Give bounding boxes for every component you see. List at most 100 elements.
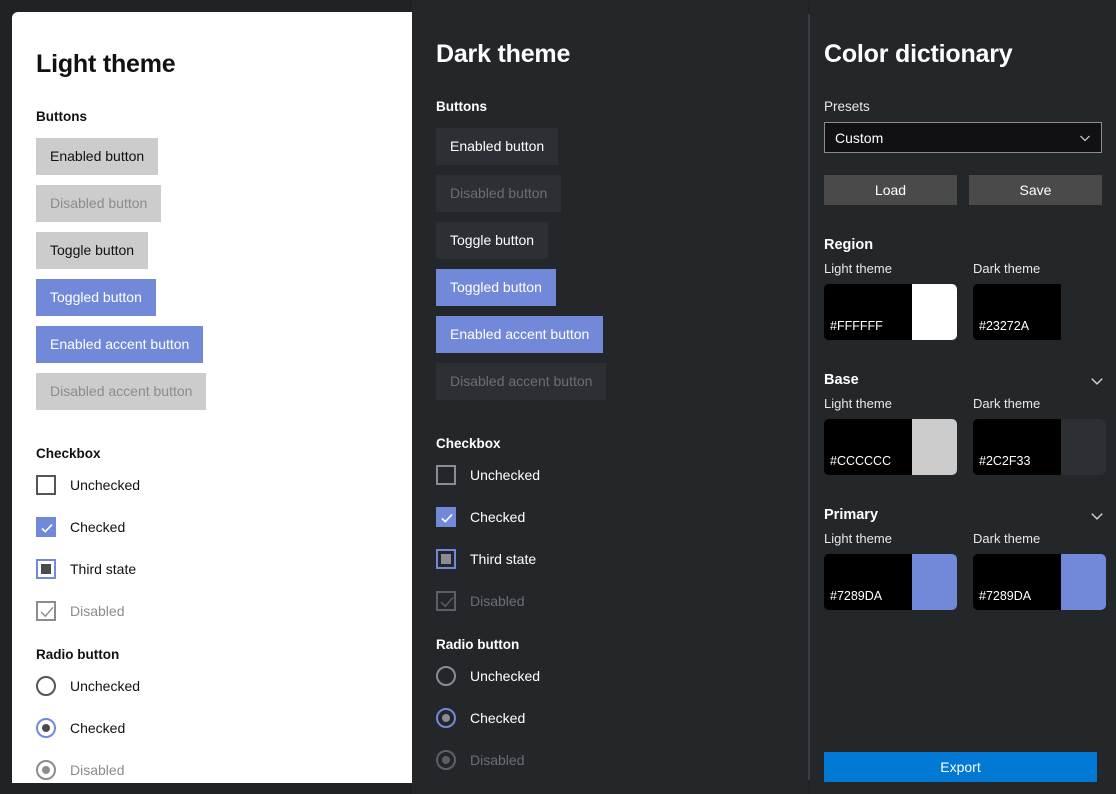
region-theme-columns: Light theme #FFFFFF Dark theme #23272A (824, 261, 1106, 340)
load-button[interactable]: Load (824, 175, 957, 205)
primary-group-header[interactable]: Primary (824, 507, 1103, 523)
light-radio-heading: Radio button (36, 647, 120, 662)
dark-radio-disabled-row: Disabled (436, 750, 784, 770)
primary-light-label: Light theme (824, 531, 892, 546)
light-toggled-button[interactable]: Toggled button (36, 279, 156, 316)
base-dark-swatch[interactable]: #2C2F33 (973, 419, 1106, 475)
dark-toggled-button[interactable]: Toggled button (436, 269, 556, 306)
light-radio-unchecked-row[interactable]: Unchecked (36, 676, 388, 696)
region-dark-column: Dark theme #23272A (973, 261, 1106, 340)
load-save-row: Load Save (824, 175, 1102, 205)
light-checkbox-unchecked-label: Unchecked (70, 477, 141, 493)
base-light-label: Light theme (824, 396, 892, 411)
checkbox-unchecked-icon[interactable] (36, 475, 56, 495)
light-checkbox-checked-label: Checked (70, 519, 126, 535)
dark-checkbox-third-row[interactable]: Third state (436, 549, 784, 569)
primary-light-color-fill (912, 554, 957, 610)
region-dark-color-fill (1061, 284, 1106, 340)
light-enabled-accent-button[interactable]: Enabled accent button (36, 326, 204, 363)
region-group-title: Region (824, 237, 874, 253)
dark-enabled-accent-button[interactable]: Enabled accent button (436, 316, 604, 353)
light-theme-panel: Light theme Buttons Enabled button Disab… (12, 12, 412, 783)
dark-radio-checked-label: Checked (470, 710, 526, 726)
radio-checked-icon[interactable] (36, 718, 56, 738)
chevron-down-icon (1079, 132, 1091, 144)
dark-radio-disabled-label: Disabled (470, 752, 525, 768)
dark-toggle-button[interactable]: Toggle button (436, 222, 549, 259)
region-light-swatch[interactable]: #FFFFFF (824, 284, 957, 340)
light-buttons-group: Enabled button Disabled button Toggle bu… (36, 138, 388, 420)
chevron-down-icon[interactable] (1090, 509, 1103, 521)
base-dark-hex: #2C2F33 (979, 454, 1031, 468)
checkbox-disabled-icon (436, 591, 456, 611)
dark-radio-heading: Radio button (436, 637, 520, 652)
dark-checkbox-heading: Checkbox (436, 436, 501, 451)
primary-group-title: Primary (824, 507, 879, 523)
light-radio-checked-row[interactable]: Checked (36, 718, 388, 738)
light-checkbox-unchecked-row[interactable]: Unchecked (36, 475, 388, 495)
checkbox-unchecked-icon[interactable] (436, 465, 456, 485)
light-checkbox-third-label: Third state (70, 561, 137, 577)
light-radio-disabled-row: Disabled (36, 760, 388, 780)
light-checkbox-third-row[interactable]: Third state (36, 559, 388, 579)
base-light-column: Light theme #CCCCCC (824, 396, 957, 475)
primary-dark-hex-area: #7289DA (973, 554, 1061, 610)
chevron-down-icon[interactable] (1090, 374, 1103, 386)
checkbox-third-state-icon[interactable] (436, 549, 456, 569)
dark-checkbox-third-label: Third state (470, 551, 537, 567)
region-dark-swatch[interactable]: #23272A (973, 284, 1106, 340)
region-dark-hex: #23272A (979, 319, 1030, 333)
primary-light-column: Light theme #7289DA (824, 531, 957, 610)
base-light-hex-area: #CCCCCC (824, 419, 912, 475)
primary-dark-swatch[interactable]: #7289DA (973, 554, 1106, 610)
light-toggle-button[interactable]: Toggle button (36, 232, 149, 269)
dark-enabled-button[interactable]: Enabled button (436, 128, 559, 165)
primary-light-hex-area: #7289DA (824, 554, 912, 610)
light-checkbox-disabled-label: Disabled (70, 603, 125, 619)
dark-theme-panel: Dark theme Buttons Enabled button Disabl… (412, 0, 808, 794)
radio-unchecked-icon[interactable] (436, 666, 456, 686)
dark-checkbox-disabled-label: Disabled (470, 593, 525, 609)
region-group-header[interactable]: Region (824, 237, 1102, 253)
base-light-swatch[interactable]: #CCCCCC (824, 419, 957, 475)
primary-light-hex: #7289DA (830, 589, 883, 603)
light-checkbox-disabled-row: Disabled (36, 601, 388, 621)
primary-dark-column: Dark theme #7289DA (973, 531, 1106, 610)
dark-radio-checked-row[interactable]: Checked (436, 708, 784, 728)
color-dictionary-panel: Color dictionary Presets Custom Load Sav… (810, 0, 1116, 794)
presets-dropdown[interactable]: Custom (824, 122, 1102, 153)
light-checkbox-heading: Checkbox (36, 446, 101, 461)
primary-dark-label: Dark theme (973, 531, 1041, 546)
light-radio-checked-label: Checked (70, 720, 126, 736)
light-disabled-accent-button: Disabled accent button (36, 373, 207, 410)
base-group-header[interactable]: Base (824, 372, 1103, 388)
dark-buttons-group: Enabled button Disabled button Toggle bu… (436, 128, 784, 410)
radio-unchecked-icon[interactable] (36, 676, 56, 696)
dark-checkbox-unchecked-row[interactable]: Unchecked (436, 465, 784, 485)
dark-radio-unchecked-label: Unchecked (470, 668, 541, 684)
primary-light-swatch[interactable]: #7289DA (824, 554, 957, 610)
checkbox-checked-icon[interactable] (36, 517, 56, 537)
primary-theme-columns: Light theme #7289DA Dark theme #7289DA (824, 531, 1106, 610)
color-group-region: Region Light theme #FFFFFF Dark theme #2… (824, 237, 1106, 340)
presets-selected-value: Custom (835, 129, 884, 146)
radio-checked-icon[interactable] (436, 708, 456, 728)
radio-disabled-icon (36, 760, 56, 780)
app-window: Light theme Buttons Enabled button Disab… (0, 0, 1116, 794)
dark-checkbox-disabled-row: Disabled (436, 591, 784, 611)
region-dark-hex-area: #23272A (973, 284, 1061, 340)
checkbox-checked-icon[interactable] (436, 507, 456, 527)
light-checkbox-checked-row[interactable]: Checked (36, 517, 388, 537)
base-dark-column: Dark theme #2C2F33 (973, 396, 1106, 475)
light-radio-disabled-label: Disabled (70, 762, 125, 778)
light-enabled-button[interactable]: Enabled button (36, 138, 159, 175)
region-light-column: Light theme #FFFFFF (824, 261, 957, 340)
dark-checkbox-checked-row[interactable]: Checked (436, 507, 784, 527)
export-button[interactable]: Export (824, 752, 1097, 782)
save-button[interactable]: Save (969, 175, 1102, 205)
base-dark-label: Dark theme (973, 396, 1041, 411)
dark-theme-title: Dark theme (436, 40, 571, 68)
checkbox-third-state-icon[interactable] (36, 559, 56, 579)
dark-radio-unchecked-row[interactable]: Unchecked (436, 666, 784, 686)
base-theme-columns: Light theme #CCCCCC Dark theme #2C2F33 (824, 396, 1106, 475)
